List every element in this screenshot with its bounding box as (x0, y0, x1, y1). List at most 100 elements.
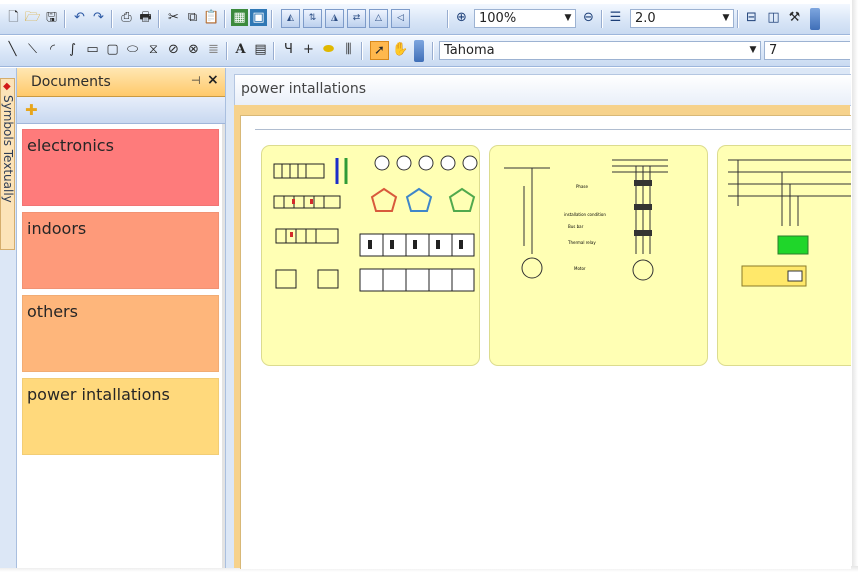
zoom-in-icon[interactable]: ⊕ (453, 9, 470, 26)
no-entry-icon[interactable]: ⊘ (165, 41, 182, 58)
align-center-icon[interactable]: ◮ (325, 9, 344, 28)
motor-annotation: Motor (574, 266, 586, 271)
toolbar-separator (158, 10, 160, 28)
canvas-frame: Phase installation condition Bus bar The… (234, 105, 851, 569)
document-item-electronics[interactable]: electronics (22, 129, 219, 206)
ellipse-icon[interactable]: ⬭ (124, 41, 141, 58)
rounded-rectangle-icon[interactable]: ▢ (104, 41, 121, 58)
diagonal-line-icon[interactable]: ⟍ (24, 41, 41, 58)
documents-panel-toolbar: ✚ (17, 97, 225, 124)
font-size-combo[interactable]: 7 (764, 41, 850, 60)
zoom-out-icon[interactable]: ⊖ (580, 9, 597, 26)
open-folder-icon[interactable]: 🗁 (24, 9, 41, 26)
chevron-down-icon[interactable]: ▼ (561, 10, 575, 27)
toolbar-separator (737, 10, 739, 28)
hourglass-icon[interactable]: ⧖ (145, 41, 162, 58)
documents-scrollbar[interactable] (222, 124, 225, 568)
tools-icon[interactable]: ⚒ (786, 9, 803, 26)
sheet-1[interactable] (261, 145, 480, 366)
sheet-3-schematic (728, 159, 851, 287)
insert-picture-icon[interactable]: ▦ (231, 9, 248, 26)
toolbar-separator (271, 10, 273, 28)
document-item-indoors[interactable]: indoors (22, 212, 219, 289)
label-icon[interactable]: ⬬ (320, 41, 337, 58)
undo-icon[interactable]: ↶ (71, 9, 88, 26)
line-width-icon[interactable]: ☰ (607, 9, 624, 26)
distribute-icon[interactable]: ≣ (205, 41, 222, 58)
align-top-icon[interactable]: ⇅ (303, 9, 322, 28)
toolbar-separator (432, 42, 434, 60)
documents-panel: Documents ⊣ × ✚ electronics indoors othe… (17, 68, 226, 568)
insert-image-icon[interactable]: ▣ (250, 9, 267, 26)
line-width-combo[interactable]: 2.0 ▼ (630, 9, 734, 28)
sheet-1-schematic (273, 155, 478, 292)
document-item-power-intallations[interactable]: power intallations (22, 378, 219, 455)
toolbar-separator (601, 10, 603, 28)
rectangle-icon[interactable]: ▭ (84, 41, 101, 58)
copy-icon[interactable]: ⧉ (184, 9, 201, 26)
connector-icon[interactable]: Ч (280, 41, 297, 58)
zoom-combo[interactable]: 100% ▼ (474, 9, 576, 28)
font-name-combo[interactable]: Tahoma ▼ (439, 41, 761, 60)
text-frame-icon[interactable]: ▤ (252, 41, 269, 58)
hand-icon[interactable]: ✋ (392, 41, 409, 58)
canvas-ruler-line (255, 129, 851, 130)
rotate-icon[interactable]: ◁ (391, 9, 410, 28)
arc-icon[interactable]: ◜ (44, 41, 61, 58)
view-grid-icon[interactable]: ⊟ (743, 9, 760, 26)
tab-symbols-textually[interactable]: ◆ Symbols Textually (0, 78, 15, 250)
drawing-toolbar: ╲ ⟍ ◜ ∫ ▭ ▢ ⬭ ⧖ ⊘ ⊗ ≣ A ▤ Ч + ⬬ ⫼ ➚ ✋ Ta… (0, 36, 850, 67)
print-preview-icon[interactable]: ⎙ (118, 9, 135, 26)
view-columns-icon[interactable]: ◫ (765, 9, 782, 26)
add-document-icon[interactable]: ✚ (25, 101, 38, 119)
document-tab-label: power intallations (241, 81, 367, 97)
tab-power-intallations[interactable]: power intallations (234, 74, 851, 106)
cancel-symbol-icon[interactable]: ⊗ (185, 41, 202, 58)
toolbar-separator (64, 10, 66, 28)
document-item-label: indoors (27, 219, 87, 238)
flip-vertical-icon[interactable]: ⇄ (347, 9, 366, 28)
toolbar-separator (226, 42, 228, 60)
font-name-value: Tahoma (444, 43, 495, 58)
installation-annotation: installation condition (564, 212, 606, 217)
paste-icon[interactable]: 📋 (203, 9, 220, 26)
bezier-icon[interactable]: ∫ (64, 41, 81, 58)
documents-panel-header: Documents ⊣ × (17, 68, 225, 97)
close-icon[interactable]: × (207, 72, 219, 88)
chevron-down-icon[interactable]: ▼ (746, 42, 760, 59)
font-size-value: 7 (769, 43, 778, 58)
toolbar-separator (447, 10, 449, 28)
phase-annotation: Phase (576, 184, 588, 189)
line-width-value: 2.0 (635, 11, 656, 26)
sheet-2[interactable]: Phase installation condition Bus bar The… (489, 145, 708, 366)
pointer-icon[interactable]: ➚ (370, 41, 389, 60)
document-item-others[interactable]: others (22, 295, 219, 372)
toolbar-overflow-grip[interactable] (810, 8, 820, 30)
text-icon[interactable]: A (232, 41, 249, 58)
drawing-canvas[interactable]: Phase installation condition Bus bar The… (240, 115, 851, 569)
pin-icon[interactable]: ⊣ (191, 74, 201, 87)
documents-panel-title: Documents (31, 74, 111, 90)
toolbar-separator (273, 42, 275, 60)
vertical-lines-icon[interactable]: ⫼ (340, 41, 357, 58)
align-left-icon[interactable]: ◭ (281, 9, 300, 28)
cut-icon[interactable]: ✂ (165, 9, 182, 26)
cross-icon[interactable]: + (300, 41, 317, 58)
flip-horizontal-icon[interactable]: △ (369, 9, 388, 28)
zoom-value: 100% (479, 11, 517, 26)
chevron-down-icon[interactable]: ▼ (719, 10, 733, 27)
redo-icon[interactable]: ↷ (90, 9, 107, 26)
sheet-3[interactable] (717, 145, 851, 366)
save-icon[interactable]: 🖫 (43, 9, 60, 26)
tab-symbols-textually-label: Symbols Textually (1, 95, 15, 203)
window-shadow-right (852, 0, 858, 572)
toolbar-separator (224, 10, 226, 28)
print-icon[interactable]: 🖶 (137, 9, 154, 26)
document-item-label: others (27, 302, 78, 321)
new-document-icon[interactable]: 🗋 (5, 9, 22, 26)
line-icon[interactable]: ╲ (4, 41, 21, 58)
document-area: power intallations Phase installation co… (226, 68, 851, 569)
standard-toolbar: 🗋 🗁 🖫 ↶ ↷ ⎙ 🖶 ✂ ⧉ 📋 ▦ ▣ ◭ ⇅ ◮ ⇄ △ ◁ ⊕ 10… (0, 4, 850, 35)
toolbar-overflow-grip[interactable] (414, 40, 424, 62)
bus-bar-annotation: Bus bar (568, 224, 584, 229)
